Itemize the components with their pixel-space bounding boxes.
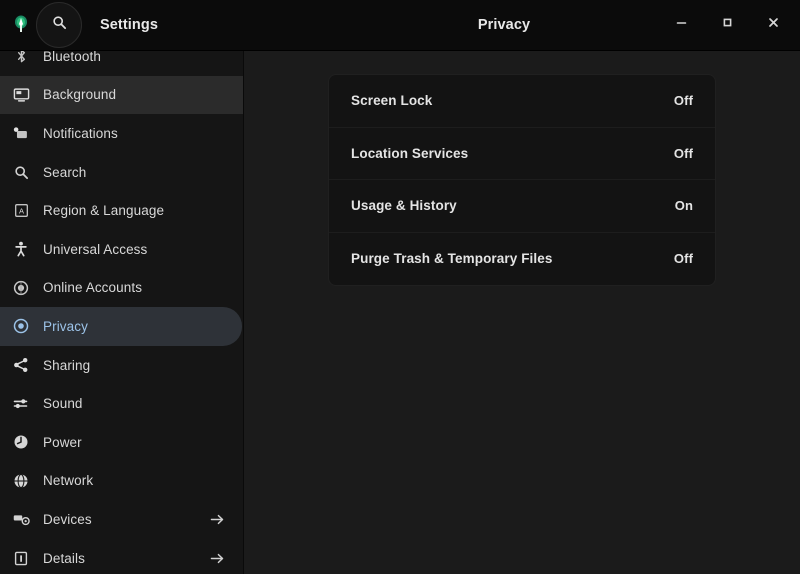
- privacy-row-screen-lock[interactable]: Screen Lock Off: [329, 75, 715, 128]
- universal-access-icon: [10, 240, 32, 258]
- sidebar-item-label: Network: [43, 473, 94, 489]
- privacy-row-usage-history[interactable]: Usage & History On: [329, 180, 715, 233]
- sidebar-item-universal-access[interactable]: Universal Access: [0, 230, 243, 269]
- search-icon: [10, 163, 32, 181]
- sidebar-item-background[interactable]: Background: [0, 75, 243, 115]
- sidebar-item-label: Universal Access: [43, 241, 148, 257]
- minimize-icon: [675, 16, 688, 34]
- window-controls: [668, 12, 786, 38]
- sidebar-item-power[interactable]: Power: [0, 423, 243, 462]
- sound-icon: [10, 395, 32, 413]
- titlebar: Settings Privacy: [0, 0, 800, 51]
- privacy-content-area: Screen Lock Off Location Services Off Us…: [244, 51, 800, 574]
- maximize-button[interactable]: [714, 12, 740, 38]
- sidebar-item-label: Sound: [43, 396, 83, 412]
- sidebar-item-label: Online Accounts: [43, 280, 143, 296]
- titlebar-left-section: Settings: [0, 0, 244, 50]
- maximize-icon: [721, 16, 734, 34]
- row-value: Off: [673, 145, 693, 161]
- monitor-icon: [10, 86, 32, 104]
- titlebar-right-section: Privacy: [244, 0, 800, 50]
- online-accounts-icon: [10, 279, 32, 297]
- svg-text:A: A: [18, 207, 23, 216]
- sidebar-item-label: Notifications: [43, 125, 118, 141]
- region-language-icon: A: [10, 202, 32, 220]
- close-button[interactable]: [760, 12, 786, 38]
- row-label: Screen Lock: [351, 93, 433, 109]
- sidebar-item-search[interactable]: Search: [0, 153, 243, 192]
- privacy-row-purge-trash[interactable]: Purge Trash & Temporary Files Off: [329, 233, 715, 286]
- app-logo-icon: [10, 12, 32, 38]
- sidebar-item-label: Region & Language: [43, 203, 165, 219]
- row-label: Purge Trash & Temporary Files: [351, 251, 553, 267]
- close-icon: [767, 16, 780, 34]
- sidebar-item-sound[interactable]: Sound: [0, 384, 243, 423]
- search-icon: [52, 15, 67, 35]
- sidebar-item-label: Devices: [43, 511, 92, 527]
- row-label: Usage & History: [351, 198, 457, 214]
- search-button[interactable]: [36, 2, 82, 48]
- sidebar-list: Bluetooth Background Notifications Searc…: [0, 51, 243, 574]
- privacy-row-location-services[interactable]: Location Services Off: [329, 128, 715, 180]
- row-value: On: [674, 198, 693, 214]
- row-value: Off: [673, 251, 693, 267]
- sidebar-item-details[interactable]: Details: [0, 539, 243, 574]
- power-icon: [10, 433, 32, 451]
- sidebar-item-devices[interactable]: Devices: [0, 500, 243, 539]
- sidebar-item-label: Background: [43, 87, 117, 103]
- sidebar-item-label: Details: [43, 550, 85, 566]
- sidebar-item-label: Bluetooth: [43, 51, 101, 64]
- sidebar-item-online-accounts[interactable]: Online Accounts: [0, 269, 243, 308]
- settings-title: Settings: [100, 17, 158, 33]
- bluetooth-icon: [10, 51, 32, 65]
- chevron-right-icon: [210, 552, 225, 565]
- sidebar-item-label: Power: [43, 434, 82, 450]
- devices-icon: [10, 510, 32, 528]
- row-value: Off: [673, 93, 693, 109]
- sidebar-item-label: Sharing: [43, 357, 91, 373]
- minimize-button[interactable]: [668, 12, 694, 38]
- privacy-settings-list: Screen Lock Off Location Services Off Us…: [329, 75, 715, 285]
- window-body: Bluetooth Background Notifications Searc…: [0, 51, 800, 574]
- sidebar-item-label: Privacy: [43, 318, 88, 334]
- details-icon: [10, 549, 32, 567]
- privacy-icon: [10, 317, 32, 335]
- sidebar-item-region-language[interactable]: A Region & Language: [0, 191, 243, 230]
- notifications-icon: [10, 124, 32, 142]
- sharing-icon: [10, 356, 32, 374]
- sidebar-item-privacy[interactable]: Privacy: [0, 307, 242, 346]
- settings-window: Settings Privacy Bluetooth Background No…: [0, 0, 800, 574]
- sidebar-item-label: Search: [43, 164, 87, 180]
- network-icon: [10, 472, 32, 490]
- sidebar-item-notifications[interactable]: Notifications: [0, 114, 243, 153]
- sidebar-item-sharing[interactable]: Sharing: [0, 346, 243, 385]
- row-label: Location Services: [351, 145, 469, 161]
- chevron-right-icon: [210, 513, 225, 526]
- sidebar-item-bluetooth[interactable]: Bluetooth: [0, 51, 243, 76]
- sidebar-item-network[interactable]: Network: [0, 462, 243, 501]
- sidebar: Bluetooth Background Notifications Searc…: [0, 51, 244, 574]
